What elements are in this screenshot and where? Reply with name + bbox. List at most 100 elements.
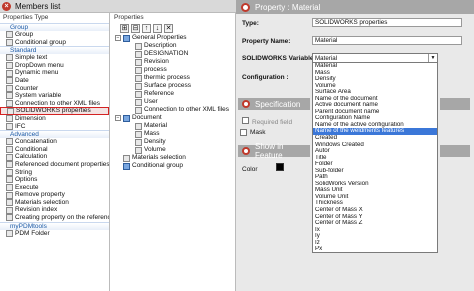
property-type-icon — [6, 183, 13, 191]
property-type-string[interactable]: String — [0, 169, 109, 177]
tree-node-label: Revision — [144, 58, 169, 65]
property-type-icon — [6, 100, 13, 108]
property-type-ifc[interactable]: IFC — [0, 123, 109, 131]
tree-node-document[interactable]: − Document — [115, 114, 235, 122]
mask-checkbox[interactable] — [240, 129, 247, 136]
tree-node-general-properties[interactable]: − General Properties — [115, 34, 235, 42]
property-type-icon — [6, 31, 13, 39]
property-icon — [135, 90, 142, 98]
property-type-referenced-document-properties[interactable]: Referenced document properties — [0, 161, 109, 169]
expand-all-icon[interactable]: ⊞ — [120, 24, 129, 33]
property-type-label: Revision index — [15, 206, 58, 214]
folder-icon — [123, 114, 130, 122]
tree-node-mass[interactable]: Mass — [115, 130, 235, 138]
property-type-revision-index[interactable]: Revision index — [0, 206, 109, 214]
property-type-label: String — [15, 168, 32, 176]
folder-icon — [123, 34, 130, 42]
property-icon — [135, 66, 142, 74]
collapse-all-icon[interactable]: ⊟ — [131, 24, 140, 33]
move-down-icon[interactable]: ↓ — [153, 24, 162, 33]
tree-node-user[interactable]: User — [115, 98, 235, 106]
tree-node-surface-process[interactable]: Surface process — [115, 82, 235, 90]
property-type-icon — [6, 229, 13, 237]
property-type-label: Concatenation — [15, 138, 57, 146]
tree-node-material[interactable]: Material — [115, 122, 235, 130]
property-type-conditional-group[interactable]: Conditional group — [0, 39, 109, 47]
property-type-simple-text[interactable]: Simple text — [0, 54, 109, 62]
solidworks-variables-dropdown[interactable]: Material ▼ Material Mass Density Volume Surf… — [312, 53, 438, 253]
property-type-label: Dimension — [15, 114, 46, 122]
property-type-system-variable[interactable]: System variable — [0, 92, 109, 100]
delete-icon[interactable]: ✕ — [164, 24, 173, 33]
show-in-feature-icon — [242, 147, 250, 155]
close-icon[interactable]: × — [2, 2, 11, 11]
tree-node-revision[interactable]: Revision — [115, 58, 235, 66]
collapse-icon[interactable]: − — [115, 35, 121, 41]
property-icon — [135, 138, 142, 146]
property-icon — [135, 58, 142, 66]
property-type-dynamic-menu[interactable]: Dynamic menu — [0, 69, 109, 77]
tree-node-conditional-group[interactable]: Conditional group — [115, 162, 235, 170]
property-type-solidworks-properties[interactable]: SOLIDWORKS properties — [0, 107, 109, 115]
tree-node-label: Mass — [144, 130, 160, 137]
property-type-remove-property[interactable]: Remove property — [0, 191, 109, 199]
property-type-label: Options — [15, 176, 38, 184]
property-type-creating-property-on-the-referenced-do[interactable]: Creating property on the referenced do — [0, 214, 109, 222]
window-title: Members list — [15, 2, 61, 11]
property-type-concatenation[interactable]: Concatenation — [0, 138, 109, 146]
tree-node-thermic-process[interactable]: thermic process — [115, 74, 235, 82]
logo-icon — [241, 2, 250, 12]
tree-node-reference[interactable]: Reference — [115, 90, 235, 98]
show-in-feature-title: Show in Feature — [255, 142, 284, 160]
property-type-counter[interactable]: Counter — [0, 85, 109, 93]
chevron-down-icon[interactable]: ▼ — [428, 54, 437, 62]
property-type-execute[interactable]: Execute — [0, 184, 109, 192]
property-type-dimension[interactable]: Dimension — [0, 115, 109, 123]
group-header-advanced: Advanced — [0, 130, 109, 139]
property-type-icon — [6, 54, 13, 62]
tree-node-connection-to-other-xml-files[interactable]: Connection to other XML files — [115, 106, 235, 114]
tree-node-label: Materials selection — [132, 154, 186, 161]
mask-row: Mask — [240, 129, 266, 136]
required-field-text: Required field — [252, 119, 293, 126]
collapse-icon[interactable]: − — [115, 115, 121, 121]
required-checkbox[interactable] — [242, 117, 249, 124]
tree-node-label: Density — [144, 138, 166, 145]
property-type-conditional[interactable]: Conditional — [0, 146, 109, 154]
property-name-label: Property Name: — [242, 38, 291, 45]
property-type-materials-selection[interactable]: Materials selection — [0, 199, 109, 207]
property-type-icon — [6, 153, 13, 161]
tree-node-process[interactable]: process — [115, 66, 235, 74]
property-icon — [135, 130, 142, 138]
tree-node-description[interactable]: Description — [115, 42, 235, 50]
dropdown-option[interactable]: Px — [313, 246, 437, 253]
property-type-options[interactable]: Options — [0, 176, 109, 184]
property-type-group[interactable]: Group — [0, 31, 109, 39]
property-name-input[interactable]: Material — [312, 36, 462, 45]
property-type-icon — [6, 191, 13, 199]
group-header-standard: Standard — [0, 46, 109, 55]
property-type-dropdown-menu[interactable]: DropDown menu — [0, 62, 109, 70]
color-swatch[interactable] — [276, 163, 284, 171]
tree-node-density[interactable]: Density — [115, 138, 235, 146]
property-type-icon — [6, 214, 13, 222]
property-type-pdm-folder[interactable]: PDM Folder — [0, 230, 109, 238]
property-type-label: IFC — [15, 122, 26, 130]
property-type-label: Simple text — [15, 54, 48, 62]
property-type-calculation[interactable]: Calculation — [0, 153, 109, 161]
tree-node-materials-selection[interactable]: Materials selection — [115, 154, 235, 162]
property-type-date[interactable]: Date — [0, 77, 109, 85]
properties-toolbar: ⊞ ⊟ ↑ ↓ ✕ — [111, 23, 235, 34]
property-icon — [135, 74, 142, 82]
show-in-feature-header: Show in Feature — [238, 142, 310, 160]
properties-tree: − General Properties Description DESIGNATIO… — [111, 34, 235, 170]
tree-node-volume[interactable]: Volume — [115, 146, 235, 154]
property-type-icon — [6, 69, 13, 77]
tree-node-designation[interactable]: DESIGNATION — [115, 50, 235, 58]
configuration-label: Configuration : — [242, 74, 289, 81]
property-type-connection-to-other-xml-files[interactable]: Connection to other XML files — [0, 100, 109, 108]
property-type-icon — [6, 138, 13, 146]
move-up-icon[interactable]: ↑ — [142, 24, 151, 33]
mask-label: Mask — [250, 129, 266, 136]
show-in-feature-header-tail — [440, 145, 470, 157]
